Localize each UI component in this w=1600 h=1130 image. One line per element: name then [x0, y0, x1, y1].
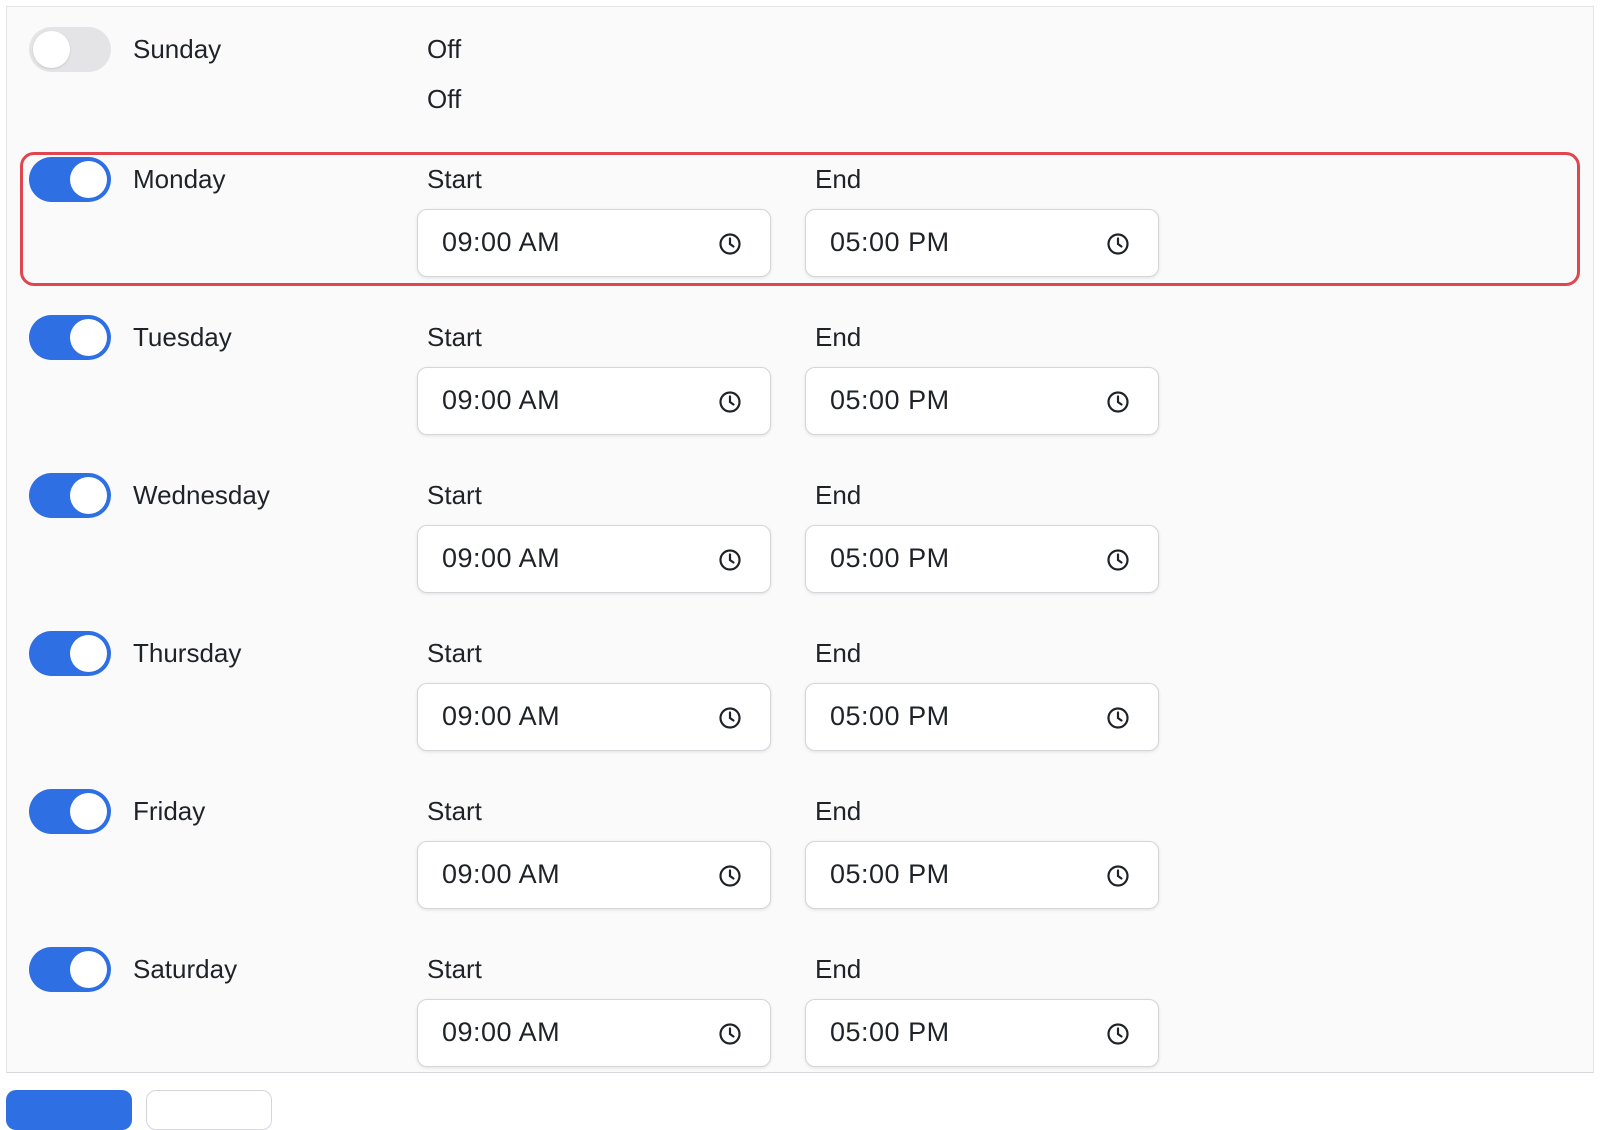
secondary-action-button[interactable]	[146, 1090, 272, 1130]
toggle-saturday[interactable]	[29, 947, 111, 992]
clock-icon[interactable]	[1106, 864, 1130, 888]
start-time-input-saturday[interactable]: 09:00 AM	[417, 999, 771, 1067]
clock-icon[interactable]	[718, 864, 742, 888]
toggle-knob	[33, 31, 70, 68]
start-time-input-friday[interactable]: 09:00 AM	[417, 841, 771, 909]
toggle-knob	[70, 161, 107, 198]
start-label: Start	[427, 164, 482, 194]
clock-icon[interactable]	[1106, 706, 1130, 730]
end-time-input-friday[interactable]: 05:00 PM	[805, 841, 1159, 909]
end-label: End	[815, 638, 862, 668]
clock-icon[interactable]	[718, 390, 742, 414]
end-label: End	[815, 480, 862, 510]
clock-icon[interactable]	[1106, 548, 1130, 572]
primary-action-button[interactable]	[6, 1090, 132, 1130]
sunday-status-off-secondary: Off	[427, 84, 462, 114]
clock-icon[interactable]	[1106, 390, 1130, 414]
end-time-value: 05:00 PM	[830, 385, 950, 415]
toggle-friday[interactable]	[29, 789, 111, 834]
toggle-knob	[70, 319, 107, 356]
end-time-input-thursday[interactable]: 05:00 PM	[805, 683, 1159, 751]
sunday-status-off: Off	[427, 34, 462, 64]
start-time-value: 09:00 AM	[442, 1017, 561, 1047]
start-label: Start	[427, 796, 482, 826]
day-label-friday: Friday	[133, 796, 206, 826]
start-time-value: 09:00 AM	[442, 227, 561, 257]
day-label-sunday: Sunday	[133, 34, 222, 64]
start-time-value: 09:00 AM	[442, 385, 561, 415]
end-label: End	[815, 322, 862, 352]
start-time-value: 09:00 AM	[442, 701, 561, 731]
working-hours-panel: Sunday Off Off Monday Start End 09:00 AM…	[6, 6, 1594, 1073]
toggle-monday[interactable]	[29, 157, 111, 202]
end-time-input-saturday[interactable]: 05:00 PM	[805, 999, 1159, 1067]
start-label: Start	[427, 954, 482, 984]
toggle-wednesday[interactable]	[29, 473, 111, 518]
start-label: Start	[427, 322, 482, 352]
end-time-value: 05:00 PM	[830, 227, 950, 257]
start-time-input-monday[interactable]: 09:00 AM	[417, 209, 771, 277]
end-label: End	[815, 954, 862, 984]
start-label: Start	[427, 638, 482, 668]
end-time-input-wednesday[interactable]: 05:00 PM	[805, 525, 1159, 593]
clock-icon[interactable]	[1106, 232, 1130, 256]
start-label: Start	[427, 480, 482, 510]
monday-row-highlight	[20, 152, 1580, 286]
day-label-monday: Monday	[133, 164, 226, 194]
toggle-knob	[70, 635, 107, 672]
end-time-value: 05:00 PM	[830, 543, 950, 573]
toggle-knob	[70, 477, 107, 514]
clock-icon[interactable]	[1106, 1022, 1130, 1046]
end-time-input-tuesday[interactable]: 05:00 PM	[805, 367, 1159, 435]
end-time-value: 05:00 PM	[830, 701, 950, 731]
clock-icon[interactable]	[718, 548, 742, 572]
end-time-input-monday[interactable]: 05:00 PM	[805, 209, 1159, 277]
day-label-thursday: Thursday	[133, 638, 242, 668]
day-label-saturday: Saturday	[133, 954, 238, 984]
end-time-value: 05:00 PM	[830, 1017, 950, 1047]
toggle-thursday[interactable]	[29, 631, 111, 676]
end-label: End	[815, 796, 862, 826]
start-time-input-tuesday[interactable]: 09:00 AM	[417, 367, 771, 435]
toggle-tuesday[interactable]	[29, 315, 111, 360]
clock-icon[interactable]	[718, 1022, 742, 1046]
toggle-knob	[70, 793, 107, 830]
toggle-sunday[interactable]	[29, 27, 111, 72]
start-time-input-wednesday[interactable]: 09:00 AM	[417, 525, 771, 593]
day-label-tuesday: Tuesday	[133, 322, 232, 352]
clock-icon[interactable]	[718, 232, 742, 256]
day-label-wednesday: Wednesday	[133, 480, 270, 510]
clock-icon[interactable]	[718, 706, 742, 730]
start-time-value: 09:00 AM	[442, 543, 561, 573]
toggle-knob	[70, 951, 107, 988]
start-time-value: 09:00 AM	[442, 859, 561, 889]
end-label: End	[815, 164, 862, 194]
end-time-value: 05:00 PM	[830, 859, 950, 889]
start-time-input-thursday[interactable]: 09:00 AM	[417, 683, 771, 751]
